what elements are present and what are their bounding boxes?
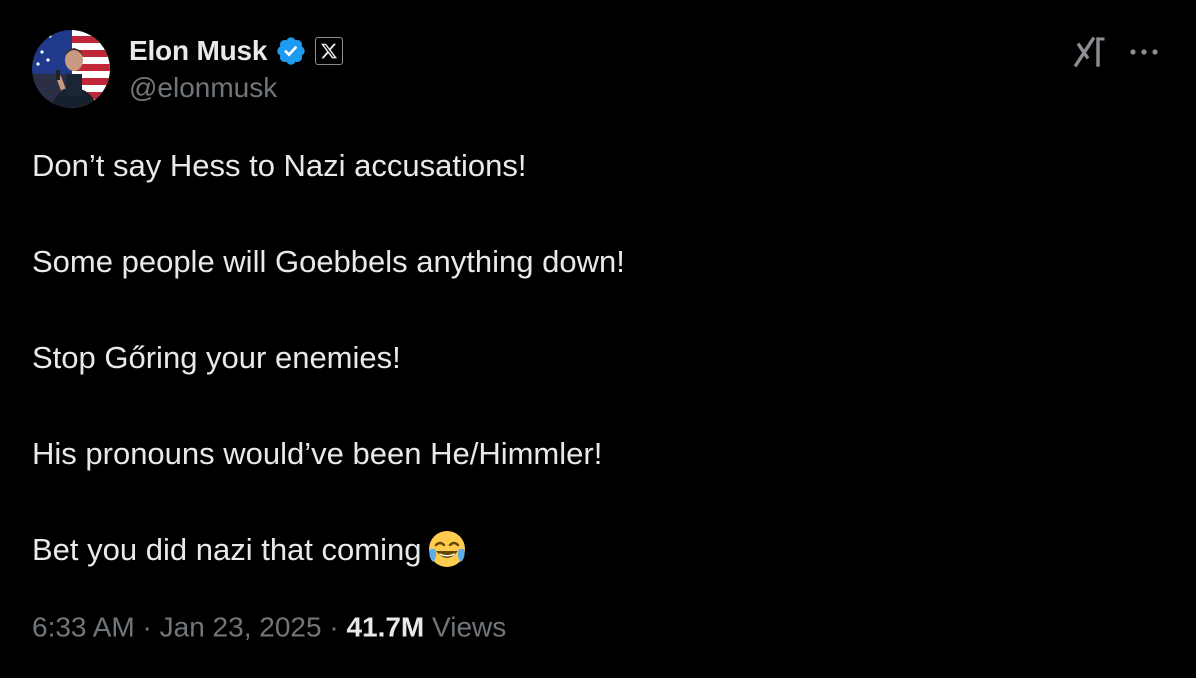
author-handle[interactable]: @elonmusk [129, 72, 343, 104]
tweet-text: Don’t say Hess to Nazi accusations! Some… [32, 140, 1162, 576]
tweet-last-line: Bet you did nazi that coming [32, 524, 1162, 576]
x-logo-icon[interactable] [315, 37, 344, 65]
avatar[interactable] [32, 30, 110, 108]
tweet-time[interactable]: 6:33 AM [32, 612, 135, 643]
author-info: Elon Musk @elonmusk [129, 32, 344, 104]
tweet-card: Elon Musk @elonmusk Don’t say Hess to Na… [0, 0, 1196, 678]
tweet-line: Some people will Goebbels anything down! [32, 244, 625, 279]
meta-separator: · [142, 611, 152, 643]
tweet-meta: 6:33 AM · Jan 23, 2025 · 41.7M Views [32, 606, 506, 646]
tweet-actions [1072, 34, 1162, 70]
author-display-name[interactable]: Elon Musk [129, 35, 267, 67]
views-label: Views [432, 611, 507, 643]
tweet-line: Bet you did nazi that coming [32, 532, 422, 567]
avatar-image [32, 30, 110, 108]
tweet-line: His pronouns would’ve been He/Himmler! [32, 436, 603, 471]
face-with-tears-of-joy-icon [427, 529, 467, 569]
grok-icon[interactable] [1072, 34, 1108, 70]
more-options-icon[interactable] [1126, 34, 1162, 70]
meta-separator: · [329, 611, 339, 643]
tweet-line: Stop Gőring your enemies! [32, 340, 401, 375]
views-count: 41.7M [346, 611, 425, 643]
tweet-header: Elon Musk @elonmusk [32, 30, 1162, 110]
tweet-line: Don’t say Hess to Nazi accusations! [32, 148, 527, 183]
verified-badge-icon[interactable] [275, 35, 307, 67]
name-row: Elon Musk [129, 32, 344, 70]
tweet-date[interactable]: Jan 23, 2025 [160, 612, 322, 643]
